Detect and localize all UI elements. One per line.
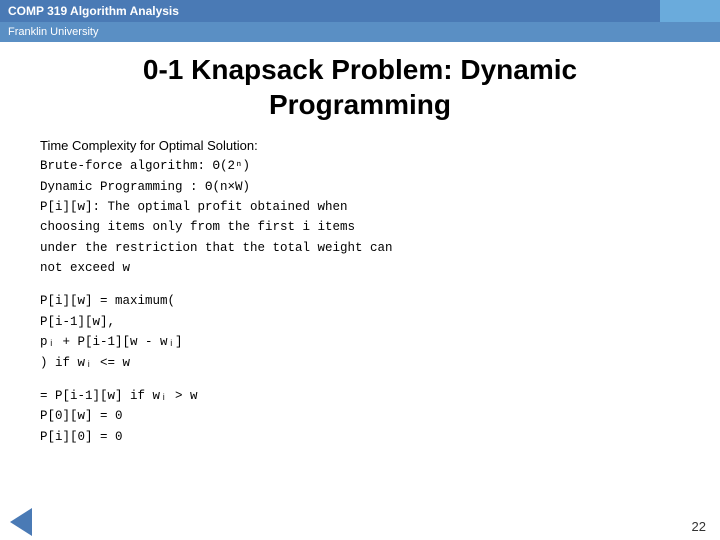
formula-line2: P[i-1][w], <box>40 313 680 332</box>
slide-title-line2: Programming <box>40 87 680 122</box>
title-bar: Franklin University <box>0 22 720 42</box>
university-label: Franklin University <box>8 26 98 38</box>
course-title: COMP 319 Algorithm Analysis <box>8 4 179 18</box>
slide-title: 0-1 Knapsack Problem: Dynamic Programmin… <box>40 52 680 122</box>
complexity-label: Time Complexity for Optimal Solution: <box>40 136 680 156</box>
slide-title-line1: 0-1 Knapsack Problem: Dynamic <box>40 52 680 87</box>
top-bar: COMP 319 Algorithm Analysis <box>0 0 720 22</box>
page-number: 22 <box>692 519 706 534</box>
main-content: 0-1 Knapsack Problem: Dynamic Programmin… <box>0 42 720 458</box>
body-text: Time Complexity for Optimal Solution: Br… <box>40 136 680 447</box>
recurrence-line3: under the restriction that the total wei… <box>40 239 680 258</box>
base2: P[i][0] = 0 <box>40 428 680 447</box>
recurrence-label: P[i][w]: The optimal profit obtained whe… <box>40 198 680 217</box>
formula-line5: = P[i-1][w] if wᵢ > w <box>40 387 680 406</box>
dynamic-prog-line: Dynamic Programming : Θ(n×W) <box>40 178 680 197</box>
formula-line1: P[i][w] = maximum( <box>40 292 680 311</box>
base1: P[0][w] = 0 <box>40 407 680 426</box>
brute-force-line: Brute-force algorithm: Θ(2ⁿ) <box>40 157 680 176</box>
formula-line3: pᵢ + P[i-1][w - wᵢ] <box>40 333 680 352</box>
recurrence-line2: choosing items only from the first i ite… <box>40 218 680 237</box>
recurrence-line4: not exceed w <box>40 259 680 278</box>
nav-arrow-icon[interactable] <box>10 508 32 536</box>
formula-line4: ) if wᵢ <= w <box>40 354 680 373</box>
